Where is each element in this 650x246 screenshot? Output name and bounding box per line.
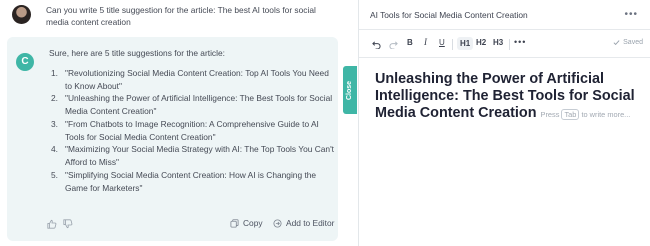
toolbar-more-icon[interactable]: ••• [514, 37, 526, 47]
add-to-editor-icon [273, 218, 282, 228]
document-heading[interactable]: Unleashing the Power of Artificial Intel… [375, 71, 645, 124]
user-message-text: Can you write 5 title suggestion for the… [46, 5, 316, 27]
saved-label: Saved [623, 39, 643, 46]
editor-panel: AI Tools for Social Media Content Creati… [358, 0, 650, 246]
bold-button[interactable]: B [407, 38, 413, 47]
editor-header: AI Tools for Social Media Content Creati… [359, 0, 650, 30]
user-avatar [12, 5, 31, 24]
undo-icon[interactable] [372, 40, 381, 49]
copy-label: Copy [243, 218, 263, 228]
feedback-buttons [47, 219, 73, 229]
write-more-hint: Press Tab to write more... [540, 109, 631, 121]
list-item: 3. "From Chatbots to Image Recognition: A… [51, 118, 319, 142]
list-item: 2. "Unleashing the Power of Artificial In… [51, 93, 333, 117]
close-tab-label: Close [346, 80, 354, 100]
user-message-row: Can you write 5 title suggestion for the… [12, 4, 334, 28]
redo-icon[interactable] [389, 40, 398, 49]
thumbs-up-icon[interactable] [47, 219, 57, 229]
add-to-editor-label: Add to Editor [286, 218, 335, 228]
copy-icon [230, 218, 239, 228]
list-item: 5. "Simplifying Social Media Content Crea… [51, 169, 317, 193]
toolbar-divider [452, 39, 453, 50]
document-title[interactable]: AI Tools for Social Media Content Creati… [370, 10, 528, 20]
heading1-button[interactable]: H1 [457, 37, 474, 50]
toolbar-divider [509, 39, 510, 50]
chat-panel: Can you write 5 title suggestion for the… [0, 0, 342, 246]
tab-key-badge: Tab [561, 109, 580, 121]
heading3-button[interactable]: H3 [493, 38, 503, 47]
title-suggestion-list: 1. "Revolutionizing Social Media Content … [51, 67, 337, 194]
heading2-button[interactable]: H2 [476, 38, 486, 47]
editor-content[interactable]: Unleashing the Power of Artificial Intel… [375, 71, 645, 124]
list-item: 1. "Revolutionizing Social Media Content … [51, 68, 329, 91]
italic-button[interactable]: I [424, 37, 427, 47]
reply-intro-text: Sure, here are 5 title suggestions for t… [49, 48, 225, 58]
check-icon [613, 40, 620, 46]
underline-button[interactable]: U [439, 38, 445, 47]
editor-toolbar: B I U H1 H2 H3 ••• Saved [359, 30, 650, 58]
saved-status: Saved [613, 39, 643, 46]
close-panel-tab[interactable]: Close [343, 66, 357, 114]
thumbs-down-icon[interactable] [63, 219, 73, 229]
copy-button[interactable]: Copy [230, 218, 263, 228]
assistant-logo-icon: C [16, 53, 34, 71]
list-item: 4. "Maximizing Your Social Media Strategy… [51, 144, 334, 168]
assistant-reply: C Sure, here are 5 title suggestions for… [7, 37, 338, 241]
more-options-icon[interactable]: ••• [624, 9, 638, 20]
add-to-editor-button[interactable]: Add to Editor [273, 218, 334, 228]
